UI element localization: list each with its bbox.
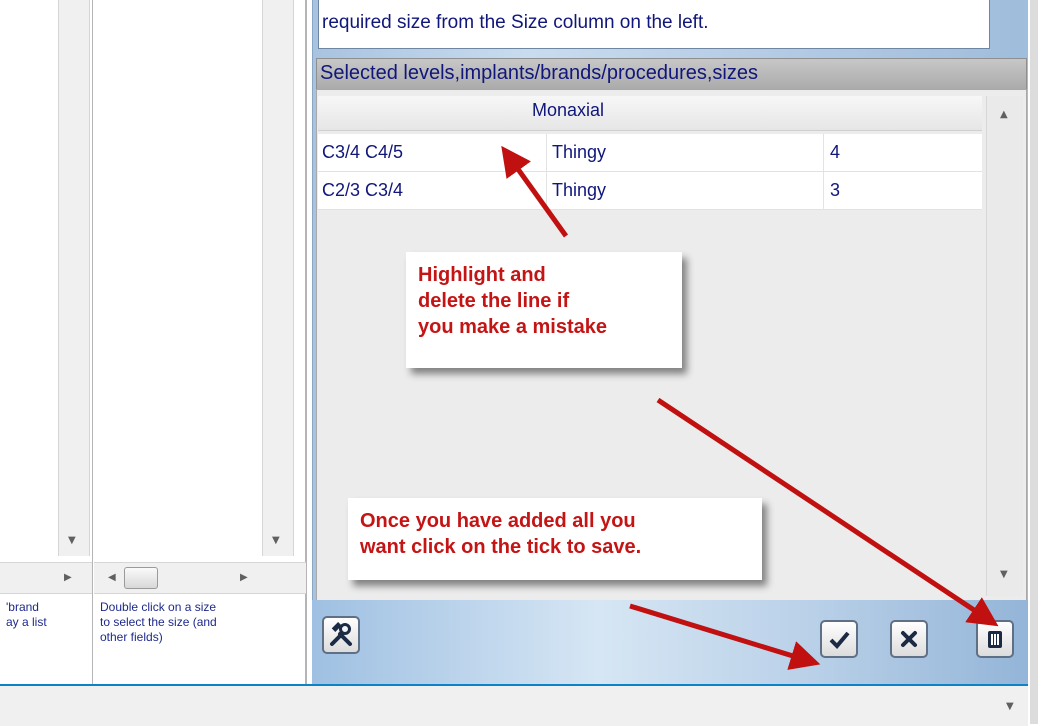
arrow-to-row xyxy=(501,145,569,238)
annotation-arrows xyxy=(501,145,999,670)
arrow-to-tick xyxy=(629,603,821,670)
arrow-to-delete xyxy=(656,397,999,627)
